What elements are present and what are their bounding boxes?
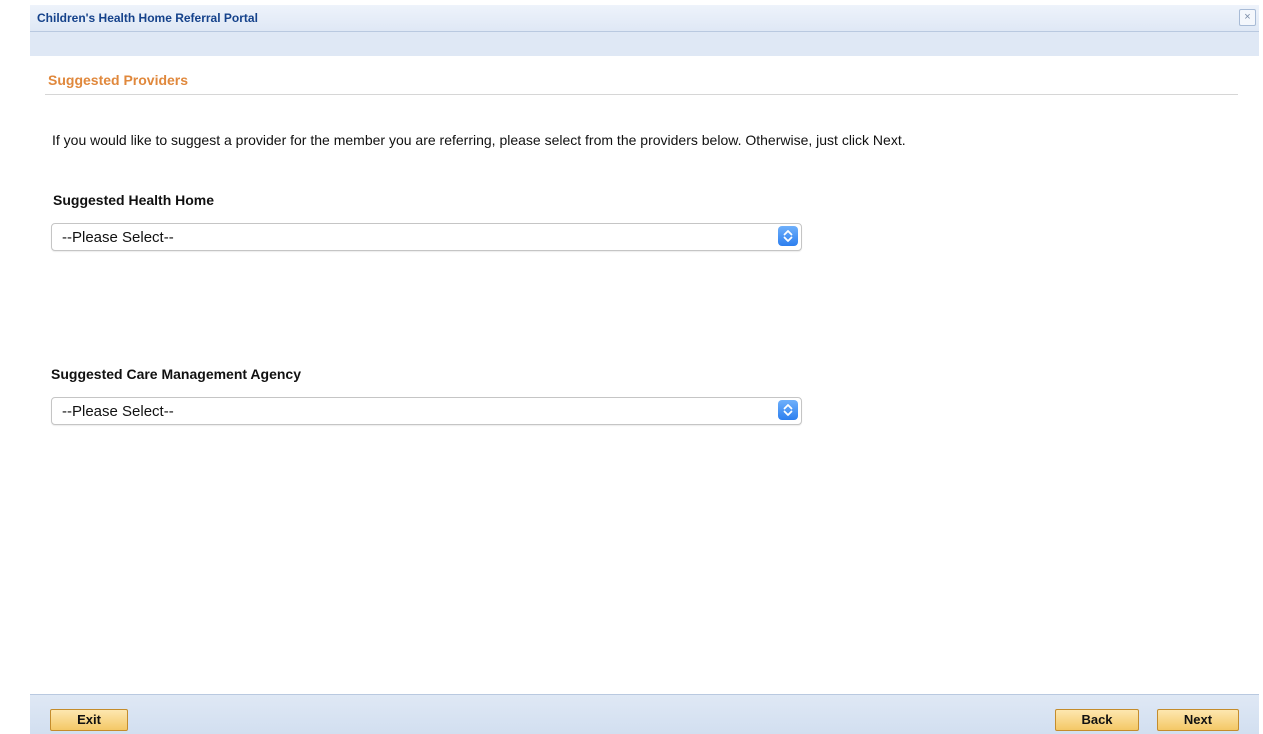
health-home-select[interactable]: --Please Select-- (51, 223, 802, 251)
back-button[interactable]: Back (1055, 709, 1139, 731)
toolbar-strip (30, 32, 1259, 56)
referral-portal-window: Children's Health Home Referral Portal ×… (30, 5, 1259, 734)
exit-button[interactable]: Exit (50, 709, 128, 731)
care-management-agency-selected-value: --Please Select-- (62, 403, 174, 420)
close-button[interactable]: × (1239, 9, 1256, 26)
care-management-agency-label: Suggested Care Management Agency (51, 366, 301, 382)
title-bar: Children's Health Home Referral Portal × (30, 5, 1259, 32)
footer-toolbar: Exit Back Next (30, 694, 1259, 734)
care-management-agency-select[interactable]: --Please Select-- (51, 397, 802, 425)
health-home-selected-value: --Please Select-- (62, 229, 174, 246)
select-arrows-icon (778, 400, 798, 420)
section-divider (45, 94, 1238, 95)
window-title: Children's Health Home Referral Portal (37, 11, 258, 25)
next-button[interactable]: Next (1157, 709, 1239, 731)
instructions-text: If you would like to suggest a provider … (52, 132, 906, 148)
close-icon: × (1244, 11, 1251, 23)
section-title: Suggested Providers (48, 72, 189, 88)
health-home-label: Suggested Health Home (53, 192, 215, 208)
select-arrows-icon (778, 226, 798, 246)
